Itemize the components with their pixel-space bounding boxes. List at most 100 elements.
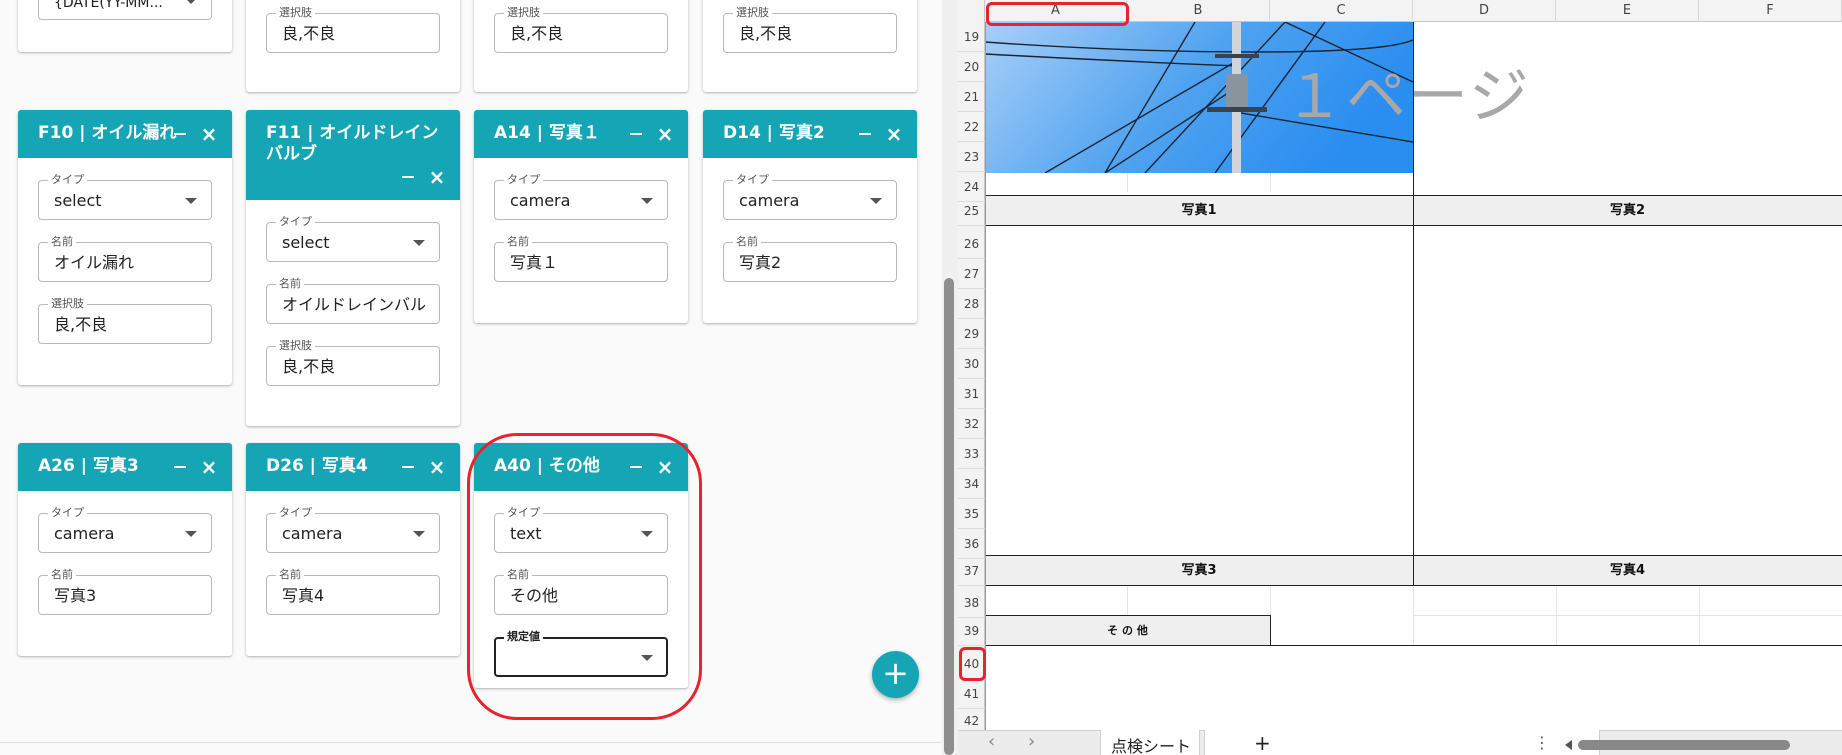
- field-value: 良,不良: [739, 25, 793, 43]
- row-num[interactable]: 36: [958, 529, 985, 559]
- spreadsheet-view: A B C D E F 19 20 21 22 23 24 25 26 27 2…: [958, 0, 1842, 755]
- row-num[interactable]: 21: [958, 82, 985, 112]
- row-num[interactable]: 28: [958, 289, 985, 319]
- cell-photo2-header[interactable]: 写真2: [1413, 196, 1842, 225]
- field-label: タイプ: [504, 506, 543, 519]
- add-field-button[interactable]: +: [872, 651, 919, 698]
- cell-photo1-header[interactable]: 写真1: [985, 196, 1413, 225]
- field-value: select: [54, 192, 102, 210]
- default-value-select[interactable]: 規定値: [494, 630, 668, 677]
- type-select[interactable]: タイプ camera: [38, 506, 212, 553]
- field-options[interactable]: 選択肢 良,不良: [494, 6, 668, 53]
- field-label: 選択肢: [276, 339, 315, 352]
- name-input[interactable]: 名前 写真4: [266, 568, 440, 615]
- name-input[interactable]: 名前 写真１: [494, 235, 668, 282]
- hscroll-left-icon[interactable]: [1565, 740, 1572, 750]
- row-num[interactable]: 37: [958, 556, 985, 586]
- options-input[interactable]: 選択肢 良,不良: [266, 339, 440, 386]
- row-num[interactable]: 33: [958, 439, 985, 469]
- cell-text: そ の 他: [1107, 624, 1148, 637]
- close-icon[interactable]: ×: [654, 123, 676, 145]
- close-icon[interactable]: ×: [426, 166, 448, 188]
- col-header-b[interactable]: B: [1127, 0, 1270, 22]
- minimize-icon[interactable]: [169, 123, 191, 145]
- name-input[interactable]: 名前 オイル漏れ: [38, 235, 212, 282]
- minimize-icon[interactable]: [625, 456, 647, 478]
- close-icon[interactable]: ×: [883, 123, 905, 145]
- close-icon[interactable]: ×: [198, 123, 220, 145]
- hscroll-thumb[interactable]: [1578, 740, 1790, 750]
- minimize-icon[interactable]: [397, 166, 419, 188]
- chevron-down-icon: [185, 0, 197, 4]
- gridline: [1270, 585, 1271, 615]
- row-num[interactable]: 27: [958, 259, 985, 289]
- field-value: select: [282, 234, 330, 252]
- row-num[interactable]: 34: [958, 469, 985, 499]
- chevron-down-icon: [185, 531, 197, 537]
- row-num[interactable]: 23: [958, 142, 985, 172]
- col-header-e[interactable]: E: [1556, 0, 1699, 22]
- row-num[interactable]: 20: [958, 52, 985, 82]
- prev-sheet-icon[interactable]: ‹: [988, 731, 995, 752]
- card-title: D14 | 写真2: [723, 123, 825, 143]
- close-icon[interactable]: ×: [426, 456, 448, 478]
- row-num[interactable]: 32: [958, 409, 985, 439]
- close-icon[interactable]: ×: [654, 456, 676, 478]
- cell-photo3-header[interactable]: 写真3: [985, 556, 1413, 585]
- type-select[interactable]: タイプ camera: [266, 506, 440, 553]
- field-options[interactable]: 選択肢 良,不良: [266, 6, 440, 53]
- row-num[interactable]: 38: [958, 588, 985, 618]
- close-icon[interactable]: ×: [198, 456, 220, 478]
- field-label: 規定値: [504, 630, 543, 643]
- type-select[interactable]: タイプ select: [266, 215, 440, 262]
- vertical-scrollbar[interactable]: [942, 0, 958, 755]
- type-select[interactable]: タイプ camera: [494, 173, 668, 220]
- name-input[interactable]: 名前 写真3: [38, 568, 212, 615]
- card-header: A26 | 写真3 ×: [18, 443, 232, 491]
- cell-text: 写真3: [1181, 563, 1217, 578]
- add-sheet-button[interactable]: +: [1254, 731, 1271, 755]
- row-num[interactable]: 25: [958, 196, 985, 226]
- name-input[interactable]: 名前 オイルドレインバル: [266, 277, 440, 324]
- more-options-icon[interactable]: ⋮: [1534, 733, 1550, 752]
- row-num[interactable]: 39: [958, 616, 985, 646]
- sheet-tab-active[interactable]: 点検シート: [1100, 730, 1200, 755]
- row-num[interactable]: 41: [958, 679, 985, 709]
- row-num[interactable]: 19: [958, 22, 985, 52]
- field-value: camera: [282, 525, 343, 543]
- row-num[interactable]: 22: [958, 112, 985, 142]
- minimize-icon[interactable]: [854, 123, 876, 145]
- type-select[interactable]: タイプ text: [494, 506, 668, 553]
- field-label: タイプ: [276, 506, 315, 519]
- cell-photo4-header[interactable]: 写真4: [1413, 556, 1842, 585]
- hscroll-track[interactable]: [1565, 740, 1842, 750]
- row-num[interactable]: 30: [958, 349, 985, 379]
- col-header-d[interactable]: D: [1413, 0, 1556, 22]
- options-input[interactable]: 選択肢 良,不良: [38, 297, 212, 344]
- minimize-icon[interactable]: [169, 456, 191, 478]
- row-num[interactable]: 29: [958, 319, 985, 349]
- field-date[interactable]: {DATE(YY-MM...: [38, 0, 212, 20]
- row-num[interactable]: 31: [958, 379, 985, 409]
- field-label: タイプ: [733, 173, 772, 186]
- cell-other-header[interactable]: そ の 他: [985, 616, 1270, 645]
- field-label: 名前: [276, 568, 304, 581]
- name-input[interactable]: 名前 その他: [494, 568, 668, 615]
- minimize-icon[interactable]: [625, 123, 647, 145]
- row-num[interactable]: 35: [958, 499, 985, 529]
- type-select[interactable]: タイプ camera: [723, 173, 897, 220]
- col-header-c[interactable]: C: [1270, 0, 1413, 22]
- name-input[interactable]: 名前 写真2: [723, 235, 897, 282]
- field-options[interactable]: 選択肢 良,不良: [723, 6, 897, 53]
- card-title: A26 | 写真3: [38, 456, 139, 476]
- card-title: D26 | 写真4: [266, 456, 368, 476]
- minimize-icon[interactable]: [397, 456, 419, 478]
- row-num[interactable]: 26: [958, 229, 985, 259]
- card-header: A14 | 写真１ ×: [474, 110, 688, 158]
- field-value: オイル漏れ: [54, 254, 135, 272]
- type-select[interactable]: タイプ select: [38, 173, 212, 220]
- scrollbar-thumb[interactable]: [944, 278, 954, 755]
- next-sheet-icon[interactable]: ›: [1028, 731, 1035, 752]
- card-a26: A26 | 写真3 × タイプ camera 名前 写真3: [18, 443, 232, 656]
- col-header-f[interactable]: F: [1699, 0, 1842, 22]
